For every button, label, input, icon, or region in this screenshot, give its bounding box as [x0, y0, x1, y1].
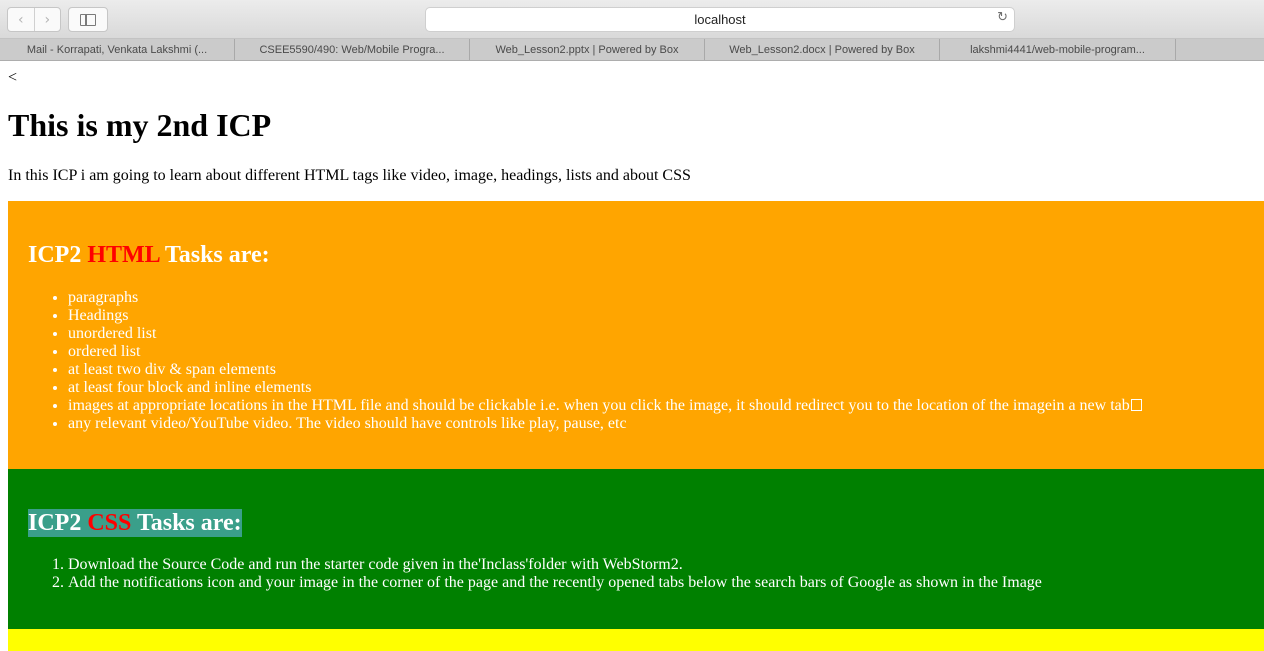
- list-item: at least four block and inline elements: [68, 379, 1142, 397]
- list-item: any relevant video/YouTube video. The vi…: [68, 415, 1142, 433]
- tab-label: lakshmi4441/web-mobile-program...: [970, 43, 1145, 56]
- html-tasks-heading: ICP2 HTML Tasks are:: [28, 241, 270, 269]
- tab-label: CSEE5590/490: Web/Mobile Progra...: [259, 43, 445, 56]
- list-item: unordered list: [68, 325, 1142, 343]
- address-bar[interactable]: localhost ↻: [425, 7, 1015, 32]
- heading-prefix: ICP2: [28, 510, 88, 536]
- tab-github-repo[interactable]: lakshmi4441/web-mobile-program...: [940, 39, 1176, 60]
- heading-suffix: Tasks are:: [131, 510, 242, 536]
- heading-suffix: Tasks are:: [159, 242, 270, 268]
- nav-buttons: ‹ ›: [7, 7, 61, 32]
- list-item: at least two div & span elements: [68, 361, 1142, 379]
- list-item: Add the notifications icon and your imag…: [68, 574, 1042, 592]
- chevron-left-icon: ‹: [17, 11, 24, 28]
- css-tasks-heading: ICP2 CSS Tasks are:: [28, 509, 242, 537]
- list-item: images at appropriate locations in the H…: [68, 397, 1142, 415]
- forward-button[interactable]: ›: [33, 8, 61, 31]
- page-title: This is my 2nd ICP: [8, 107, 272, 143]
- heading-highlight-html: HTML: [87, 242, 160, 268]
- html-tasks-section: ICP2 HTML Tasks are: paragraphs Headings…: [8, 201, 1264, 469]
- tab-csee5590[interactable]: CSEE5590/490: Web/Mobile Progra...: [235, 39, 470, 60]
- css-tasks-list: Download the Source Code and run the sta…: [28, 556, 1042, 592]
- tab-bar: Mail - Korrapati, Venkata Lakshmi (... C…: [0, 39, 1264, 61]
- yellow-section: [8, 629, 1264, 651]
- browser-toolbar: ‹ › localhost ↻: [0, 0, 1264, 39]
- stray-character: <: [8, 69, 18, 86]
- address-text: localhost: [694, 12, 746, 27]
- heading-highlight-css: CSS: [87, 510, 132, 536]
- heading-prefix: ICP2: [28, 242, 88, 268]
- html-tasks-list: paragraphs Headings unordered list order…: [28, 289, 1142, 433]
- intro-paragraph: In this ICP i am going to learn about di…: [8, 167, 691, 184]
- chevron-right-icon: ›: [44, 11, 51, 28]
- tab-web-lesson2-docx[interactable]: Web_Lesson2.docx | Powered by Box: [705, 39, 940, 60]
- reload-icon[interactable]: ↻: [997, 10, 1008, 25]
- list-item: Headings: [68, 307, 1142, 325]
- list-item: Download the Source Code and run the sta…: [68, 556, 1042, 574]
- missing-glyph-box: [1130, 399, 1142, 411]
- tab-label: Mail - Korrapati, Venkata Lakshmi (...: [26, 43, 208, 56]
- list-item: paragraphs: [68, 289, 1142, 307]
- list-item: ordered list: [68, 343, 1142, 361]
- sidebar-icon: [80, 13, 96, 26]
- tab-label: Web_Lesson2.docx | Powered by Box: [729, 43, 915, 56]
- tab-label: Web_Lesson2.pptx | Powered by Box: [495, 43, 679, 56]
- back-button[interactable]: ‹: [8, 8, 34, 31]
- page-content: < This is my 2nd ICP In this ICP i am go…: [0, 61, 1264, 651]
- css-tasks-section: ICP2 CSS Tasks are: Download the Source …: [8, 469, 1264, 629]
- tab-web-lesson2-pptx[interactable]: Web_Lesson2.pptx | Powered by Box: [470, 39, 705, 60]
- tab-mail[interactable]: Mail - Korrapati, Venkata Lakshmi (...: [0, 39, 235, 60]
- sidebar-toggle-button[interactable]: [68, 7, 108, 32]
- list-item-text: images at appropriate locations in the H…: [68, 397, 1130, 414]
